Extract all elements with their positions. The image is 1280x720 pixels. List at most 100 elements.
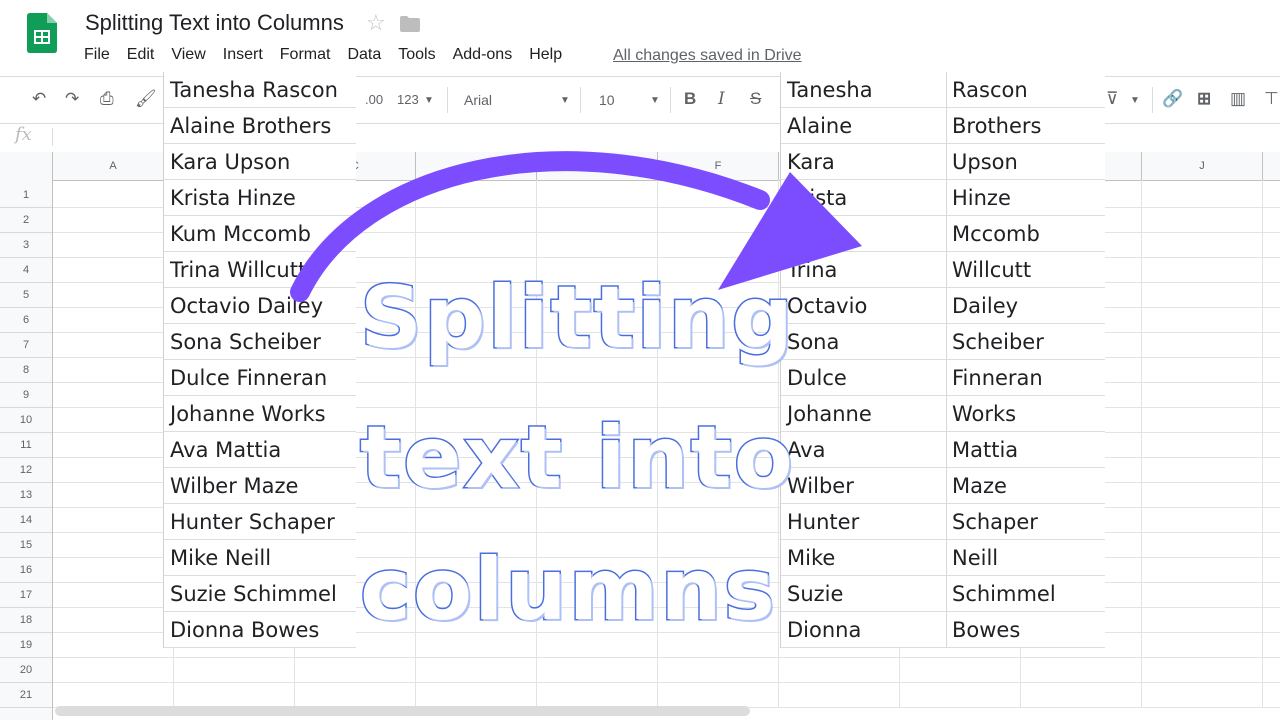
full-name-cell[interactable]: Mike Neill	[164, 540, 356, 576]
print-icon[interactable]: ⎙	[100, 89, 114, 109]
last-name-cell[interactable]: Rascon	[946, 72, 1105, 108]
bold-button[interactable]: B	[684, 89, 696, 109]
menu-tools[interactable]: Tools	[398, 46, 435, 64]
chart-icon[interactable]: ▥	[1230, 89, 1246, 109]
row-header[interactable]: 10	[0, 408, 52, 433]
select-all-corner[interactable]	[0, 152, 53, 180]
row-header[interactable]: 17	[0, 583, 52, 608]
row-header[interactable]: 6	[0, 308, 52, 333]
chevron-down-icon[interactable]: ▼	[424, 95, 434, 106]
full-name-cell[interactable]: Johanne Works	[164, 396, 356, 432]
last-name-cell[interactable]: Mccomb	[946, 216, 1105, 252]
column-header-f[interactable]: F	[658, 152, 779, 180]
menu-view[interactable]: View	[171, 46, 205, 64]
full-name-cell[interactable]: Tanesha Rascon	[164, 72, 356, 108]
menu-format[interactable]: Format	[280, 46, 331, 64]
last-name-cell[interactable]: Finneran	[946, 360, 1105, 396]
full-name-cell[interactable]: Dulce Finneran	[164, 360, 356, 396]
menu-addons[interactable]: Add-ons	[453, 46, 513, 64]
row-header[interactable]: 7	[0, 333, 52, 358]
row-header[interactable]: 1	[0, 183, 52, 208]
row-header[interactable]: 8	[0, 358, 52, 383]
last-name-cell[interactable]: Hinze	[946, 180, 1105, 216]
paint-format-icon[interactable]: 🖌	[135, 89, 157, 109]
last-name-cell[interactable]: Maze	[946, 468, 1105, 504]
first-name-cell[interactable]: Octavio	[781, 288, 946, 324]
insert-comment-icon[interactable]: ⊞	[1197, 89, 1211, 109]
first-name-cell[interactable]: Johanne	[781, 396, 946, 432]
full-name-cell[interactable]: Kara Upson	[164, 144, 356, 180]
column-header-a[interactable]: A	[53, 152, 174, 180]
full-name-cell[interactable]: Hunter Schaper	[164, 504, 356, 540]
row-header[interactable]: 20	[0, 658, 52, 683]
last-name-cell[interactable]: Neill	[946, 540, 1105, 576]
undo-icon[interactable]: ↶	[32, 89, 46, 109]
row-header[interactable]: 2	[0, 208, 52, 233]
first-name-cell[interactable]: Trina	[781, 252, 946, 288]
chevron-down-icon[interactable]: ▼	[1130, 95, 1140, 106]
strikethrough-button[interactable]: S	[750, 89, 761, 109]
first-name-cell[interactable]: Krista	[781, 180, 946, 216]
column-header-j[interactable]: J	[1142, 152, 1263, 180]
full-name-cell[interactable]: Wilber Maze	[164, 468, 356, 504]
full-name-cell[interactable]: Octavio Dailey	[164, 288, 356, 324]
column-header[interactable]	[537, 152, 658, 180]
full-name-cell[interactable]: Suzie Schimmel	[164, 576, 356, 612]
first-name-cell[interactable]: Mike	[781, 540, 946, 576]
row-header[interactable]: 18	[0, 608, 52, 633]
chevron-down-icon[interactable]: ▼	[650, 95, 660, 106]
full-name-cell[interactable]: Krista Hinze	[164, 180, 356, 216]
font-select[interactable]: Arial	[464, 92, 492, 108]
column-header[interactable]	[416, 152, 537, 180]
last-name-cell[interactable]: Schimmel	[946, 576, 1105, 612]
document-title[interactable]: Splitting Text into Columns	[85, 10, 344, 36]
row-header[interactable]: 19	[0, 633, 52, 658]
redo-icon[interactable]: ↷	[65, 89, 79, 109]
number-format-button[interactable]: 123	[397, 92, 419, 107]
first-name-cell[interactable]: Dulce	[781, 360, 946, 396]
first-name-cell[interactable]: Ava	[781, 432, 946, 468]
last-name-cell[interactable]: Bowes	[946, 612, 1105, 648]
first-name-cell[interactable]: Tanesha	[781, 72, 946, 108]
last-name-cell[interactable]: Willcutt	[946, 252, 1105, 288]
row-header[interactable]: 13	[0, 483, 52, 508]
full-name-cell[interactable]: Dionna Bowes	[164, 612, 356, 648]
first-name-cell[interactable]: Kum	[781, 216, 946, 252]
filter-views-icon[interactable]: ⊽	[1106, 89, 1118, 109]
font-size-select[interactable]: 10	[599, 92, 615, 108]
decimal-button[interactable]: .00	[365, 92, 383, 107]
first-name-cell[interactable]: Sona	[781, 324, 946, 360]
full-name-cell[interactable]: Alaine Brothers	[164, 108, 356, 144]
full-name-cell[interactable]: Trina Willcutt	[164, 252, 356, 288]
row-header[interactable]: 21	[0, 683, 52, 708]
folder-icon[interactable]	[400, 16, 420, 32]
menu-insert[interactable]: Insert	[223, 46, 263, 64]
filter-icon[interactable]: ⊤	[1264, 89, 1279, 109]
menu-file[interactable]: File	[84, 46, 110, 64]
first-name-cell[interactable]: Suzie	[781, 576, 946, 612]
first-name-cell[interactable]: Hunter	[781, 504, 946, 540]
first-name-cell[interactable]: Kara	[781, 144, 946, 180]
save-status-link[interactable]: All changes saved in Drive	[613, 47, 802, 65]
chevron-down-icon[interactable]: ▼	[560, 95, 570, 106]
first-name-cell[interactable]: Dionna	[781, 612, 946, 648]
menu-help[interactable]: Help	[529, 46, 562, 64]
row-header[interactable]: 3	[0, 233, 52, 258]
link-icon[interactable]: 🔗	[1162, 89, 1183, 109]
row-header[interactable]: 11	[0, 433, 52, 458]
last-name-cell[interactable]: Upson	[946, 144, 1105, 180]
full-name-cell[interactable]: Sona Scheiber	[164, 324, 356, 360]
sheets-logo-icon[interactable]	[27, 13, 57, 53]
last-name-cell[interactable]: Mattia	[946, 432, 1105, 468]
last-name-cell[interactable]: Brothers	[946, 108, 1105, 144]
first-name-cell[interactable]: Alaine	[781, 108, 946, 144]
horizontal-scrollbar[interactable]	[55, 706, 750, 716]
italic-button[interactable]: I	[718, 89, 725, 109]
row-header[interactable]: 5	[0, 283, 52, 308]
first-name-cell[interactable]: Wilber	[781, 468, 946, 504]
last-name-cell[interactable]: Works	[946, 396, 1105, 432]
star-icon[interactable]: ☆	[366, 10, 386, 36]
menu-edit[interactable]: Edit	[127, 46, 155, 64]
row-header[interactable]: 14	[0, 508, 52, 533]
row-header[interactable]: 9	[0, 383, 52, 408]
